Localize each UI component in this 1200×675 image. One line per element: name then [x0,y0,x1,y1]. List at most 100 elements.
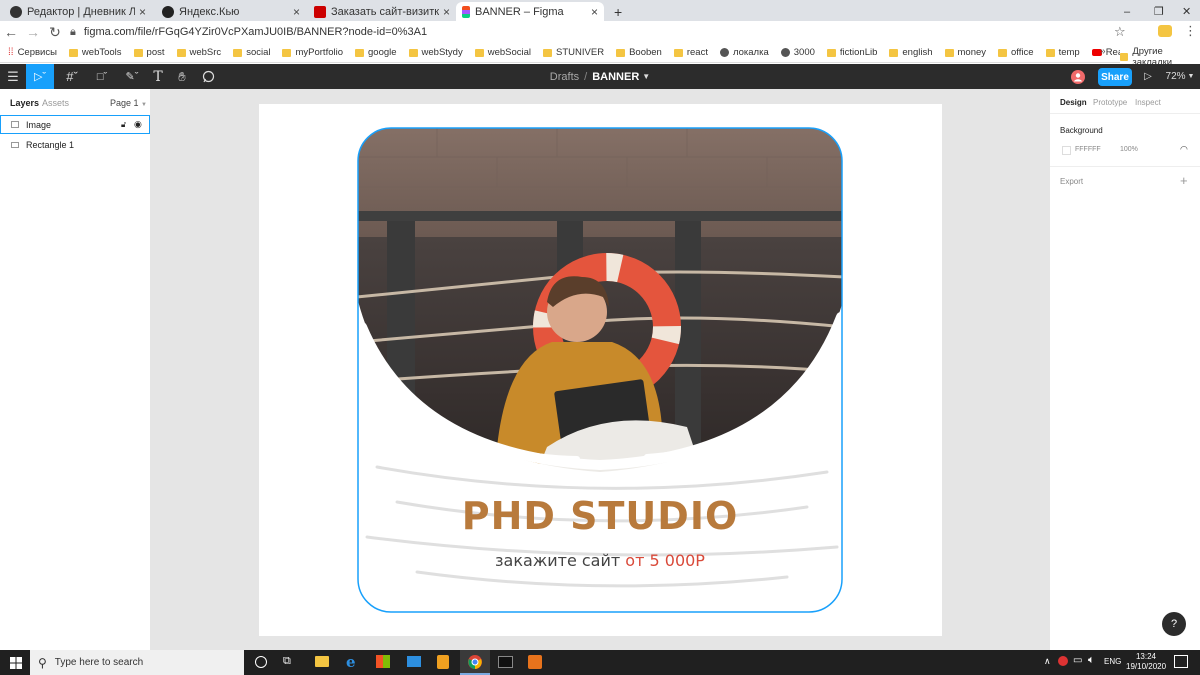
cortana-icon[interactable] [255,656,267,668]
bookmark-item[interactable]: Booben [616,47,662,58]
file-explorer-icon[interactable] [315,656,329,667]
bookmark-item[interactable]: локалка [719,47,769,58]
move-tool-icon[interactable]: ▷ˇ [26,64,54,89]
volume-icon[interactable]: 🔈︎ [1088,654,1095,667]
tab-close-icon[interactable]: × [443,5,450,19]
share-button[interactable]: Share [1098,68,1132,86]
color-swatch[interactable] [1062,146,1071,155]
sublime-icon[interactable] [528,655,542,669]
layer-row-rectangle[interactable]: Rectangle 1 [0,136,150,154]
reload-icon[interactable]: ↻ [44,24,66,41]
tab-close-icon[interactable]: × [591,5,598,19]
banner-image[interactable]: PHD STUDIO закажите сайт от 5 000Р [357,127,844,613]
edge-icon[interactable]: e [346,653,356,671]
eye-icon[interactable]: ◉ [134,119,142,130]
bookmark-item[interactable]: post [133,47,165,58]
eye-icon[interactable]: ◠ [1180,144,1188,155]
layer-row-image[interactable]: Image 🔓︎ ◉ [0,115,150,134]
bookmark-item[interactable]: social [233,47,270,58]
bookmark-item[interactable]: 3000 [780,47,815,58]
restore-button[interactable]: ❐ [1148,2,1168,21]
notification-icon[interactable] [1174,655,1188,668]
bookmark-label: STUNIVER [556,47,605,58]
hand-tool-icon[interactable]: ✋︎ [172,64,192,89]
export-add-button[interactable]: + [1180,173,1188,188]
bookmark-item[interactable]: ⁞⁞ Сервисы [8,47,57,58]
help-button[interactable]: ? [1162,612,1186,636]
hamburger-menu-icon[interactable]: ☰ [2,64,24,89]
bookmark-item[interactable]: webSocial [474,47,531,58]
tab-banner-figma[interactable]: BANNER – Figma × [456,2,604,21]
chrome-taskbar-button[interactable] [460,650,490,675]
page-selector[interactable]: Page 1 ▼ [110,98,147,108]
network-icon[interactable]: ▭ [1073,655,1082,666]
tab-editor[interactable]: Редактор | Дневник Лоха | Янде × [4,2,152,21]
tab-layers[interactable]: Layers [10,98,39,108]
new-tab-button[interactable]: + [608,2,626,21]
forward-arrow-icon[interactable]: → [22,24,44,40]
play-icon[interactable]: ▷ [1140,64,1156,89]
chevron-down-icon[interactable]: ▼ [642,72,650,81]
frame-tool-icon[interactable]: #ˇ [58,64,86,89]
bookmark-label: money [957,47,987,58]
minimize-button[interactable]: – [1118,2,1138,21]
comment-tool-icon[interactable] [198,64,218,89]
bookmark-item[interactable]: google [355,47,397,58]
tab-assets[interactable]: Assets [42,98,69,108]
clock[interactable]: 13:24 19/10/2020 [1126,652,1166,672]
shape-tool-icon[interactable]: □ˇ [88,64,116,89]
globe-icon [719,48,729,57]
mail-icon[interactable] [407,656,421,667]
bookmark-item[interactable]: office [998,47,1034,58]
breadcrumb-file[interactable]: BANNER [592,71,639,83]
media-player-icon[interactable] [437,655,449,669]
bookmark-item[interactable]: STUNIVER [543,47,604,58]
folder-icon [543,48,553,57]
tab-order-site[interactable]: Заказать сайт-визитку, лэндинг × [308,2,456,21]
layer-name: Rectangle 1 [26,140,75,150]
text-tool-icon[interactable]: T [148,64,168,89]
store-icon[interactable] [376,655,390,668]
bookmark-item[interactable]: myPortfolio [282,47,343,58]
tab-close-icon[interactable]: × [293,5,300,19]
bookmark-item[interactable]: english [889,47,933,58]
tab-inspect[interactable]: Inspect [1135,98,1161,107]
bookmark-item[interactable]: fictionLib [826,47,877,58]
tab-prototype[interactable]: Prototype [1093,98,1127,107]
bg-opacity-input[interactable]: 100% [1120,146,1138,153]
tray-app-icon[interactable] [1058,656,1068,666]
extension-icon[interactable] [1158,25,1172,37]
figma-canvas[interactable]: PHD STUDIO закажите сайт от 5 000Р [151,89,1049,650]
bookmark-item[interactable]: react [673,47,708,58]
terminal-icon[interactable] [498,656,513,668]
tab-yandex-q[interactable]: Яндекс.Кью × [156,2,306,21]
taskbar-search-box[interactable]: ⚲ Type here to search [30,650,244,675]
bg-hex-input[interactable]: FFFFFF [1075,146,1101,153]
bookmark-item[interactable]: money [944,47,987,58]
bookmark-item[interactable]: webTools [68,47,122,58]
zoom-dropdown[interactable]: 72% ▼ [1164,64,1196,89]
tray-chevron-icon[interactable]: ∧ [1044,656,1051,667]
tab-title: BANNER – Figma [475,5,564,18]
menu-dots-icon[interactable]: ⋮ [1184,23,1197,39]
lock-icon[interactable]: 🔓︎ [121,120,126,130]
address-bar[interactable]: 🔒︎ figma.com/file/rFGqG4YZir0VcPXamJU0IB… [70,23,1135,41]
folder-icon [998,48,1008,57]
language-indicator[interactable]: ENG [1104,657,1121,666]
tab-close-icon[interactable]: × [139,5,146,19]
window-close-button[interactable]: ✕ [1176,2,1196,21]
task-view-icon[interactable]: ⧉ [283,655,291,668]
back-arrow-icon[interactable]: ← [0,24,22,40]
pen-tool-icon[interactable]: ✎ˇ [118,64,146,89]
bookmark-item[interactable]: webSrc [176,47,221,58]
breadcrumb-drafts[interactable]: Drafts [550,71,579,83]
avatar[interactable] [1070,64,1086,89]
layer-name: Image [26,119,52,130]
tab-design[interactable]: Design [1060,98,1087,107]
star-icon[interactable]: ☆ [1114,24,1126,40]
bookmark-item[interactable]: temp [1045,47,1080,58]
bookmarks-more-button[interactable]: » [1100,46,1106,57]
windows-start-icon[interactable] [10,657,22,669]
bookmark-item[interactable]: webStydy [408,47,463,58]
page-name: Page 1 [110,98,139,108]
